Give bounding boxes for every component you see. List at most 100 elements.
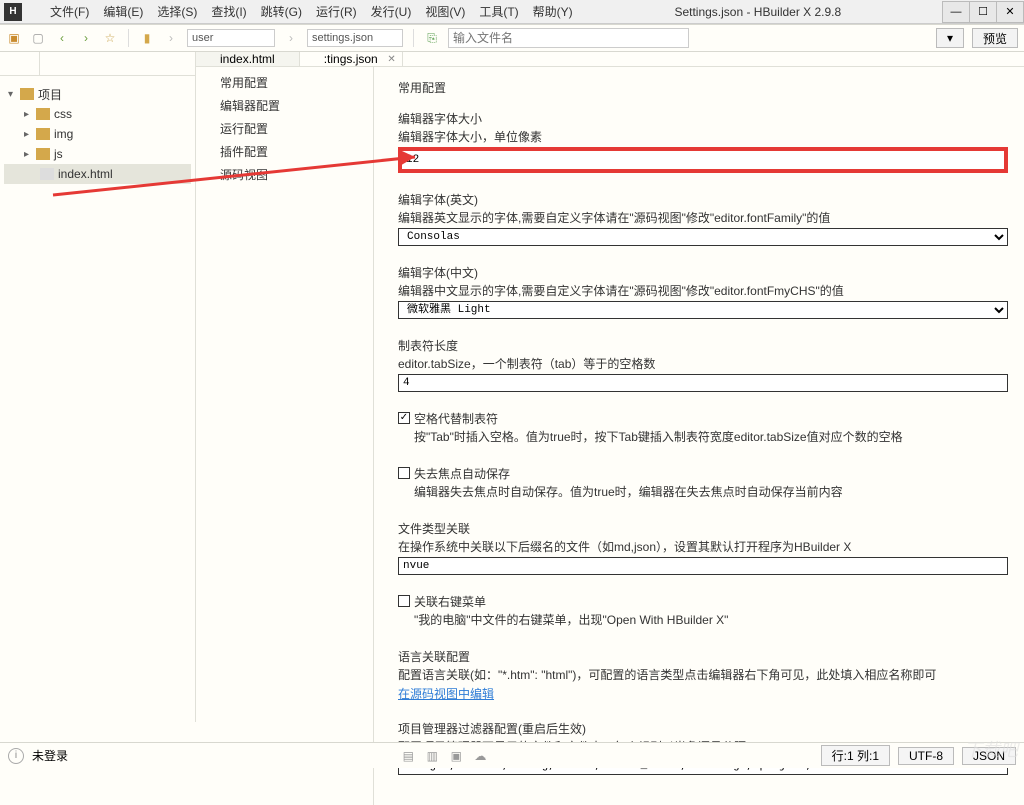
settings-panel[interactable]: 常用配置 编辑器字体大小 编辑器字体大小，单位像素 编辑字体(英文) 编辑器英文… bbox=[374, 67, 1024, 805]
edit-source-link[interactable]: 在源码视图中编辑 bbox=[398, 687, 494, 701]
cat-run[interactable]: 运行配置 bbox=[196, 117, 373, 140]
tree-label: index.html bbox=[58, 167, 113, 181]
field-desc: editor.tabSize，一个制表符（tab）等于的空格数 bbox=[398, 355, 1008, 372]
cursor-position[interactable]: 行:1 列:1 bbox=[821, 745, 890, 766]
expand-icon[interactable]: ▸ bbox=[24, 149, 36, 160]
cat-editor[interactable]: 编辑器配置 bbox=[196, 94, 373, 117]
cloud-icon[interactable]: ☁ bbox=[472, 748, 488, 764]
font-cn-select[interactable]: 微软雅黑 Light bbox=[398, 301, 1008, 319]
main: ▾ 项目 ▸ css ▸ img ▸ js index.html bbox=[0, 52, 1024, 722]
editor-content: 常用配置 编辑器配置 运行配置 插件配置 源码视图 常用配置 编辑器字体大小 编… bbox=[196, 67, 1024, 805]
tab-label: :tings.json bbox=[324, 52, 378, 66]
tab-label: index.html bbox=[220, 52, 275, 66]
toolbar: ▣ ▢ ‹ › ☆ ▮ › user › settings.json ⎘ ▾ 预… bbox=[0, 24, 1024, 52]
field-assoc: 文件类型关联 在操作系统中关联以下后缀名的文件（如md,json），设置其默认打… bbox=[398, 520, 1008, 575]
expand-icon[interactable]: ▸ bbox=[24, 109, 36, 120]
minimize-button[interactable]: — bbox=[942, 1, 970, 23]
chevron-right-icon: › bbox=[283, 30, 299, 46]
back-icon[interactable]: ‹ bbox=[54, 30, 70, 46]
app-logo: H bbox=[4, 3, 22, 21]
cat-common[interactable]: 常用配置 bbox=[196, 71, 373, 94]
new-file-icon[interactable]: ▣ bbox=[6, 30, 22, 46]
grid-icon[interactable]: ▤ bbox=[400, 748, 416, 764]
tree-folder-js[interactable]: ▸ js bbox=[4, 144, 191, 164]
sidebar-tabstrip bbox=[0, 52, 195, 76]
menu-run[interactable]: 运行(R) bbox=[316, 3, 357, 20]
tree-folder-css[interactable]: ▸ css bbox=[4, 104, 191, 124]
forward-icon[interactable]: › bbox=[78, 30, 94, 46]
editor-tabs: index.html :tings.json ✕ bbox=[196, 52, 1024, 67]
terminal-icon[interactable]: ▣ bbox=[448, 748, 464, 764]
save-icon[interactable]: ▢ bbox=[30, 30, 46, 46]
statusbar: i 未登录 ▤ ▥ ▣ ☁ 行:1 列:1 UTF-8 JSON bbox=[0, 742, 1024, 768]
tree-label: js bbox=[54, 147, 63, 161]
autosave-checkbox[interactable] bbox=[398, 467, 410, 479]
folder-icon[interactable]: ▮ bbox=[139, 30, 155, 46]
folder-icon bbox=[36, 148, 50, 160]
menu-help[interactable]: 帮助(Y) bbox=[533, 3, 573, 20]
preview-button[interactable]: 预览 bbox=[972, 28, 1018, 48]
tab-settings-json[interactable]: :tings.json ✕ bbox=[300, 52, 403, 66]
star-icon[interactable]: ☆ bbox=[102, 30, 118, 46]
file-search-icon[interactable]: ⎘ bbox=[424, 30, 440, 46]
layout-icon[interactable]: ▥ bbox=[424, 748, 440, 764]
expand-icon[interactable]: ▾ bbox=[8, 89, 20, 100]
filter-button[interactable]: ▾ bbox=[936, 28, 964, 48]
field-label: 空格代替制表符 bbox=[414, 410, 903, 427]
field-desc: "我的电脑"中文件的右键菜单，出现"Open With HBuilder X" bbox=[414, 611, 728, 628]
menu-tools[interactable]: 工具(T) bbox=[479, 3, 518, 20]
menu-view[interactable]: 视图(V) bbox=[425, 3, 465, 20]
window-title: Settings.json - HBuilder X 2.9.8 bbox=[573, 5, 943, 19]
field-tabspace: 空格代替制表符 按"Tab"时插入空格。值为true时，按下Tab键插入制表符宽… bbox=[398, 410, 1008, 447]
search-input[interactable] bbox=[448, 28, 689, 48]
field-label: 文件类型关联 bbox=[398, 520, 1008, 537]
close-button[interactable]: ✕ bbox=[996, 1, 1024, 23]
menubar: 文件(F) 编辑(E) 选择(S) 查找(I) 跳转(G) 运行(R) 发行(U… bbox=[26, 1, 573, 23]
tabspace-checkbox[interactable] bbox=[398, 412, 410, 424]
tab-index-html[interactable]: index.html bbox=[196, 52, 300, 66]
tabsize-input[interactable] bbox=[398, 374, 1008, 392]
tree-root[interactable]: ▾ 项目 bbox=[4, 84, 191, 104]
field-font-en: 编辑字体(英文) 编辑器英文显示的字体,需要自定义字体请在"源码视图"修改"ed… bbox=[398, 191, 1008, 246]
menu-goto[interactable]: 跳转(G) bbox=[261, 3, 302, 20]
encoding-button[interactable]: UTF-8 bbox=[898, 747, 954, 765]
expand-icon[interactable]: ▸ bbox=[24, 129, 36, 140]
login-status[interactable]: 未登录 bbox=[32, 747, 68, 764]
field-label: 编辑字体(英文) bbox=[398, 191, 1008, 208]
menu-select[interactable]: 选择(S) bbox=[157, 3, 197, 20]
file-icon bbox=[40, 168, 54, 180]
menu-find[interactable]: 查找(I) bbox=[211, 3, 246, 20]
assoc-input[interactable] bbox=[398, 557, 1008, 575]
editor-area: index.html :tings.json ✕ 常用配置 编辑器配置 运行配置… bbox=[196, 52, 1024, 722]
separator bbox=[413, 29, 414, 47]
project-tree: ▾ 项目 ▸ css ▸ img ▸ js index.html bbox=[0, 76, 195, 192]
cat-plugin[interactable]: 插件配置 bbox=[196, 140, 373, 163]
cat-source[interactable]: 源码视图 bbox=[196, 163, 373, 186]
menu-publish[interactable]: 发行(U) bbox=[371, 3, 412, 20]
sidebar: ▾ 项目 ▸ css ▸ img ▸ js index.html bbox=[0, 52, 196, 722]
tree-folder-img[interactable]: ▸ img bbox=[4, 124, 191, 144]
separator bbox=[128, 29, 129, 47]
font-en-select[interactable]: Consolas bbox=[398, 228, 1008, 246]
maximize-button[interactable]: ☐ bbox=[969, 1, 997, 23]
tree-file-index[interactable]: index.html bbox=[4, 164, 191, 184]
tree-label: img bbox=[54, 127, 73, 141]
chevron-right-icon: › bbox=[163, 30, 179, 46]
fontsize-input[interactable] bbox=[398, 147, 1008, 173]
titlebar: H 文件(F) 编辑(E) 选择(S) 查找(I) 跳转(G) 运行(R) 发行… bbox=[0, 0, 1024, 24]
path-user[interactable]: user bbox=[187, 29, 275, 47]
sidebar-tab[interactable] bbox=[0, 52, 40, 75]
language-button[interactable]: JSON bbox=[962, 747, 1016, 765]
close-icon[interactable]: ✕ bbox=[387, 54, 395, 65]
folder-icon bbox=[36, 128, 50, 140]
user-icon[interactable]: i bbox=[8, 748, 24, 764]
field-label: 关联右键菜单 bbox=[414, 593, 728, 610]
ctxmenu-checkbox[interactable] bbox=[398, 595, 410, 607]
path-file[interactable]: settings.json bbox=[307, 29, 403, 47]
field-desc: 编辑器字体大小，单位像素 bbox=[398, 128, 1008, 145]
field-label: 语言关联配置 bbox=[398, 648, 1008, 665]
field-desc: 在操作系统中关联以下后缀名的文件（如md,json），设置其默认打开程序为HBu… bbox=[398, 538, 1008, 555]
menu-file[interactable]: 文件(F) bbox=[50, 3, 89, 20]
menu-edit[interactable]: 编辑(E) bbox=[103, 3, 143, 20]
field-lang: 语言关联配置 配置语言关联(如："*.htm": "html")，可配置的语言类… bbox=[398, 648, 1008, 702]
